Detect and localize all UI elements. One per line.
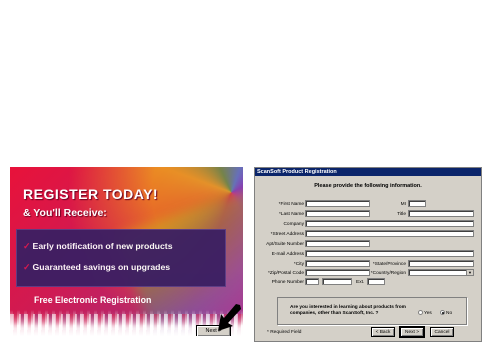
first-name-field[interactable]: [305, 200, 370, 207]
back-button[interactable]: < Back: [371, 327, 395, 337]
marketing-question: Are you interested in learning about pro…: [290, 305, 406, 316]
promo-subtitle: & You'll Receive:: [23, 207, 107, 219]
radio-yes-indicator[interactable]: [418, 310, 423, 315]
dropdown-arrow-icon[interactable]: ▼: [466, 270, 473, 275]
phone-label: Phone Number: [271, 280, 304, 285]
radio-no-indicator[interactable]: [440, 310, 445, 315]
cancel-button[interactable]: Cancel: [430, 327, 454, 337]
ext-label: Ext.: [356, 280, 365, 285]
marketing-question-group: Are you interested in learning about pro…: [277, 297, 467, 325]
zip-field[interactable]: [305, 269, 370, 276]
mi-label: MI: [400, 202, 406, 207]
street-field[interactable]: [305, 230, 474, 237]
next-button[interactable]: Next >: [399, 326, 425, 338]
apt-label: Apt/Suite Number: [266, 242, 304, 247]
radio-no-label: No: [446, 310, 453, 316]
check-icon: ✓: [23, 262, 31, 272]
benefit-text: Early notification of new products: [32, 241, 173, 251]
benefit-item: ✓ Guaranteed savings on upgrades: [23, 262, 170, 273]
promo-footer: Free Electronic Registration: [34, 295, 152, 305]
city-label: *City: [293, 262, 304, 267]
email-field[interactable]: [305, 250, 474, 257]
company-field[interactable]: [305, 220, 474, 227]
title-label: Title: [397, 212, 406, 217]
last-name-field[interactable]: [305, 210, 370, 217]
radio-yes[interactable]: Yes: [418, 310, 432, 316]
promo-title: REGISTER TODAY!: [23, 186, 159, 202]
title-field[interactable]: [408, 210, 474, 217]
company-label: Company: [283, 222, 304, 227]
country-select[interactable]: ▼: [408, 269, 474, 276]
country-label: *Country/Region: [370, 271, 406, 276]
phone-ext-field[interactable]: [367, 278, 385, 285]
email-label: E-mail Address: [271, 252, 304, 257]
radio-yes-label: Yes: [424, 310, 432, 316]
state-field[interactable]: [408, 260, 474, 267]
dialog-heading: Please provide the following information…: [314, 183, 422, 189]
phone-number-field[interactable]: [322, 278, 352, 285]
check-icon: ✓: [23, 241, 31, 251]
radio-no[interactable]: No: [440, 310, 452, 316]
benefits-box: ✓ Early notification of new products ✓ Gua…: [16, 229, 226, 287]
benefit-text: Guaranteed savings on upgrades: [32, 262, 171, 272]
city-field[interactable]: [305, 260, 370, 267]
last-name-label: *Last Name: [278, 212, 304, 217]
required-note: * Required Field: [267, 330, 302, 335]
benefit-item: ✓ Early notification of new products: [23, 241, 173, 252]
street-label: *Street Address: [270, 232, 304, 237]
arrow-pointer-icon: [218, 304, 241, 331]
registration-dialog: ScanSoft Product Registration Please pro…: [254, 167, 482, 342]
dialog-titlebar: ScanSoft Product Registration: [255, 168, 481, 176]
mi-field[interactable]: [408, 200, 426, 207]
promo-panel: REGISTER TODAY! & You'll Receive: ✓ Early…: [10, 167, 243, 336]
zip-label: *Zip/Postal Code: [268, 271, 304, 276]
phone-area-field[interactable]: [305, 278, 319, 285]
state-label: *State/Province: [372, 262, 406, 267]
first-name-label: *First Name: [278, 202, 304, 207]
apt-field[interactable]: [305, 240, 370, 247]
